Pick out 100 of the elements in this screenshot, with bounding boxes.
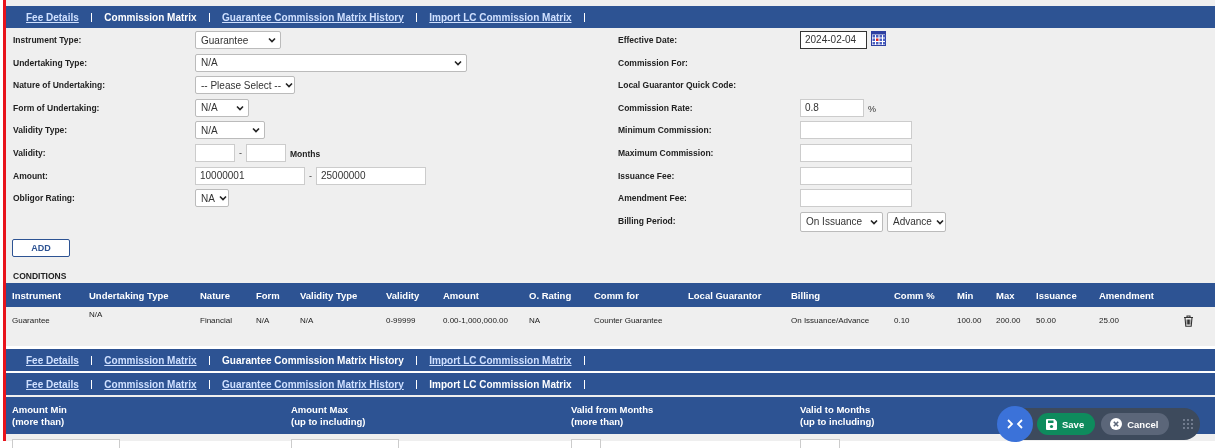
unit-label: Months bbox=[290, 147, 321, 159]
caret-icon bbox=[218, 195, 227, 202]
table-cell-text: 25.00 bbox=[1099, 315, 1121, 325]
add-button[interactable]: ADD bbox=[12, 239, 70, 257]
column-header: Amendment bbox=[1099, 289, 1155, 301]
tab[interactable]: Fee Details bbox=[20, 378, 85, 390]
caret-icon bbox=[268, 37, 276, 43]
field-label: Instrument Type: bbox=[13, 34, 83, 47]
field-label: Commission For: bbox=[618, 56, 689, 70]
input-field[interactable]: 10000001 bbox=[195, 166, 305, 185]
table-cell-text: On Issuance/Advance bbox=[791, 315, 871, 325]
field-label: Amount: bbox=[13, 169, 49, 183]
tab[interactable]: Guarantee Commission Matrix History bbox=[216, 378, 410, 390]
field-label: Undertaking Type: bbox=[13, 56, 88, 70]
tab[interactable]: Guarantee Commission Matrix History bbox=[216, 354, 410, 366]
column-header: Max bbox=[996, 289, 1016, 301]
field-label: Amendment Fee: bbox=[618, 192, 688, 206]
tab[interactable]: Commission Matrix bbox=[98, 11, 203, 23]
table-cell-text: 200.00 bbox=[996, 315, 1022, 325]
floppy-icon bbox=[1046, 418, 1057, 430]
trash-icon[interactable] bbox=[1183, 315, 1194, 327]
field-label: Nature of Undertaking: bbox=[13, 79, 107, 93]
column-header: Amount bbox=[443, 289, 480, 301]
input-field[interactable] bbox=[195, 143, 235, 162]
select-field[interactable]: Guarantee bbox=[195, 31, 281, 49]
range-dash: - bbox=[239, 146, 242, 158]
tab[interactable]: Import LC Commission Matrix bbox=[423, 11, 578, 23]
tab[interactable]: Fee Details bbox=[20, 354, 85, 366]
caret-icon bbox=[454, 59, 462, 66]
input-field[interactable] bbox=[800, 143, 912, 162]
close-icon bbox=[1110, 418, 1123, 430]
tab[interactable]: Commission Matrix bbox=[98, 378, 203, 390]
column-header: Comm % bbox=[894, 289, 936, 301]
select-field[interactable]: -- Please Select -- bbox=[195, 76, 295, 95]
caret-icon bbox=[285, 82, 294, 89]
caret-icon bbox=[252, 127, 260, 134]
column-header: Issuance bbox=[1036, 289, 1078, 301]
column-header: O. Rating bbox=[529, 289, 573, 301]
input-field[interactable] bbox=[800, 189, 912, 208]
table-cell-text: N/A bbox=[89, 309, 104, 319]
table-cell-text: N/A bbox=[256, 315, 271, 325]
column-header: Undertaking Type bbox=[89, 289, 170, 301]
section-title: CONDITIONS bbox=[13, 271, 68, 282]
select-field[interactable]: N/A bbox=[195, 121, 265, 140]
select-field[interactable]: On Issuance bbox=[800, 211, 883, 232]
table-cell-text: Guarantee bbox=[12, 315, 51, 325]
unit-label: % bbox=[868, 102, 876, 114]
field-label: Obligor Rating: bbox=[13, 192, 76, 206]
date-field[interactable]: 2024-02-04 bbox=[800, 31, 867, 49]
field-label: Effective Date: bbox=[618, 34, 679, 47]
tab[interactable]: Import LC Commission Matrix bbox=[423, 378, 578, 390]
input-field[interactable]: 0.8 bbox=[800, 98, 864, 117]
calendar-icon[interactable] bbox=[871, 31, 886, 46]
tab[interactable]: Commission Matrix bbox=[98, 354, 203, 366]
column-header: Amount Min (more than) bbox=[12, 403, 68, 428]
column-header: Local Guarantor bbox=[688, 289, 763, 301]
column-header: Valid from Months (more than) bbox=[571, 403, 655, 428]
field-label: Form of Undertaking: bbox=[13, 101, 101, 115]
table-cell-text: NA bbox=[529, 315, 542, 325]
field-label: Validity Type: bbox=[13, 124, 69, 138]
tab[interactable]: Import LC Commission Matrix bbox=[423, 354, 578, 366]
caret-icon bbox=[870, 218, 878, 225]
table-cell-text: 50.00 bbox=[1036, 315, 1058, 325]
drag-handle-icon[interactable] bbox=[1183, 419, 1194, 429]
tab[interactable]: Guarantee Commission Matrix History bbox=[216, 11, 410, 23]
column-header: Amount Max (up to including) bbox=[291, 403, 367, 428]
select-field[interactable]: N/A bbox=[195, 53, 467, 72]
table-cell-text: N/A bbox=[300, 315, 315, 325]
input-field[interactable] bbox=[800, 121, 912, 140]
field-label: Maximum Commission: bbox=[618, 146, 715, 160]
field-label: Minimum Commission: bbox=[618, 124, 713, 138]
select-field[interactable]: N/A bbox=[195, 98, 249, 117]
table-cell-text: Counter Guarantee bbox=[594, 315, 664, 325]
column-header: Form bbox=[256, 289, 281, 301]
table-cell-text: 0.00-1,000,000.00 bbox=[443, 315, 509, 325]
column-header: Billing bbox=[791, 289, 822, 301]
table-cell-text: 0.10 bbox=[894, 315, 911, 325]
table-cell-text: 0-99999 bbox=[386, 315, 417, 325]
field-label: Issuance Fee: bbox=[618, 169, 676, 183]
column-header: Min bbox=[957, 289, 975, 301]
column-header: Valid to Months (up to including) bbox=[800, 403, 876, 428]
input-field[interactable] bbox=[246, 143, 286, 162]
select-field[interactable]: Advance bbox=[887, 211, 946, 232]
column-header: Comm for bbox=[594, 289, 640, 301]
select-field[interactable]: NA bbox=[195, 189, 229, 208]
input-field[interactable] bbox=[800, 166, 912, 185]
table-cell-text: 100.00 bbox=[957, 315, 983, 325]
cancel-button[interactable]: Cancel bbox=[1101, 413, 1170, 435]
field-label: Billing Period: bbox=[618, 214, 677, 228]
range-dash: - bbox=[309, 169, 312, 181]
tab[interactable]: Fee Details bbox=[20, 11, 85, 23]
input-field[interactable]: 25000000 bbox=[316, 166, 426, 185]
caret-icon bbox=[236, 104, 244, 111]
field-label: Validity: bbox=[13, 146, 47, 160]
caret-icon bbox=[935, 218, 944, 225]
column-header: Validity Type bbox=[300, 289, 359, 301]
table-cell-text: Financial bbox=[200, 315, 233, 325]
column-header: Instrument bbox=[12, 289, 63, 301]
save-button[interactable]: Save bbox=[1037, 413, 1096, 435]
column-header: Nature bbox=[200, 289, 232, 301]
